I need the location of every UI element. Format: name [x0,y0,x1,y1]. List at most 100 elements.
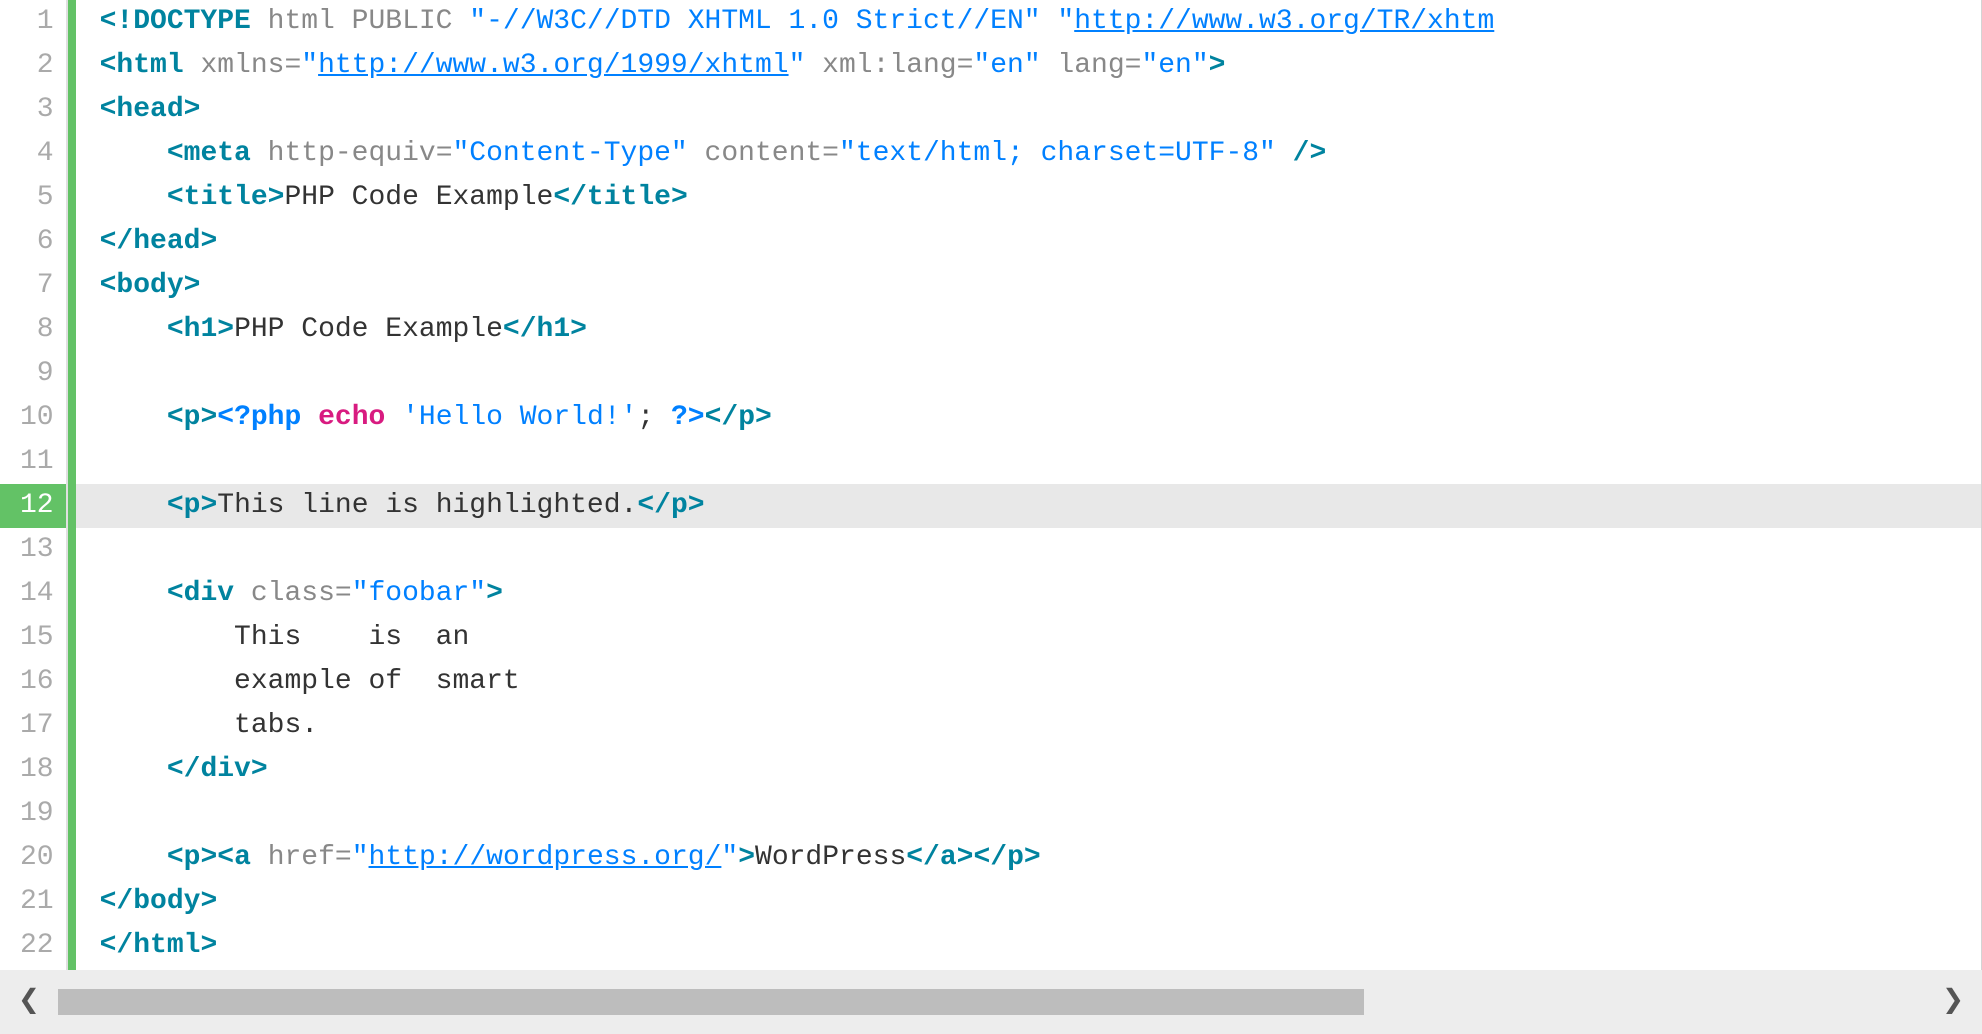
code-line[interactable]: <head> [76,88,1981,132]
token-bracket: > [755,402,772,433]
token-bracket: > [738,842,755,873]
token-tag: div [200,754,250,785]
token-bracket: < [167,842,184,873]
token-text: tabs. [234,710,318,741]
token-string: " [789,50,806,81]
token-string: " [1057,6,1074,37]
token-doctype [1041,6,1058,37]
token-tag: html [133,930,200,961]
token-tag: p [184,842,201,873]
line-number: 14 [0,572,66,616]
code-line[interactable]: <!DOCTYPE html PUBLIC "-//W3C//DTD XHTML… [76,0,1981,44]
line-number: 9 [0,352,66,396]
code-line[interactable]: <p><?php echo 'Hello World!'; ?></p> [76,396,1981,440]
code-line[interactable]: This is an [76,616,1981,660]
token-text [385,402,402,433]
code-area[interactable]: <!DOCTYPE html PUBLIC "-//W3C//DTD XHTML… [76,0,1981,970]
token-text: PHP Code Example [234,314,503,345]
token-bracket: < [167,314,184,345]
token-bracket: </ [906,842,940,873]
token-bracket: > [184,94,201,125]
code-line[interactable]: <meta http-equiv="Content-Type" content=… [76,132,1981,176]
token-php: ?> [671,402,705,433]
code-line[interactable] [76,528,1981,572]
token-echo: echo [318,402,385,433]
token-tag: p [671,490,688,521]
token-bracket: < [167,578,184,609]
token-bracket: > [200,226,217,257]
token-bracket: > [268,182,285,213]
token-tag: body [116,270,183,301]
code-line[interactable]: example of smart [76,660,1981,704]
token-bracket: > [200,842,217,873]
line-number: 2 [0,44,66,88]
code-editor[interactable]: 12345678910111213141516171819202122 <!DO… [0,0,1982,970]
code-line[interactable] [76,440,1981,484]
token-string: "en" [973,50,1040,81]
token-bracket: > [200,402,217,433]
line-number: 15 [0,616,66,660]
token-tag: a [234,842,251,873]
token-bracket: > [1209,50,1226,81]
token-bracket: </ [553,182,587,213]
code-line[interactable] [76,792,1981,836]
token-string: " [301,50,318,81]
token-attr: http-equiv= [251,138,453,169]
line-number: 8 [0,308,66,352]
line-number-gutter: 12345678910111213141516171819202122 [0,0,68,970]
token-bracket: </ [637,490,671,521]
token-text: PHP Code Example [284,182,553,213]
line-number: 3 [0,88,66,132]
token-attr: class= [234,578,352,609]
token-string: "en" [1141,50,1208,81]
code-line[interactable]: <h1>PHP Code Example</h1> [76,308,1981,352]
token-tag: title [184,182,268,213]
code-line[interactable]: <p>This line is highlighted.</p> [76,484,1981,528]
code-line[interactable]: <title>PHP Code Example</title> [76,176,1981,220]
horizontal-scrollbar[interactable]: ❮ ❯ [0,970,1982,1034]
scroll-track[interactable] [58,989,1925,1015]
code-line[interactable] [76,352,1981,396]
token-tag: p [1007,842,1024,873]
line-number: 5 [0,176,66,220]
scroll-thumb[interactable] [58,989,1365,1015]
token-link: http://wordpress.org/ [369,842,722,873]
token-bracket: > [671,182,688,213]
code-line[interactable]: </body> [76,880,1981,924]
code-line[interactable]: <body> [76,264,1981,308]
line-number: 10 [0,396,66,440]
token-bracket: < [167,138,184,169]
token-text: This line is highlighted. [217,490,637,521]
code-line[interactable]: </head> [76,220,1981,264]
token-tag: head [133,226,200,257]
code-line[interactable]: <html xmlns="http://www.w3.org/1999/xhtm… [76,44,1981,88]
token-tag: DOCTYPE [133,6,251,37]
token-bracket: > [217,314,234,345]
scroll-left-arrow-icon[interactable]: ❮ [18,984,40,1020]
token-link: http://www.w3.org/TR/xhtm [1074,6,1494,37]
code-line[interactable]: </div> [76,748,1981,792]
token-bracket: < [167,182,184,213]
token-attr: xml:lang= [805,50,973,81]
code-line[interactable]: <div class="foobar"> [76,572,1981,616]
token-tag: div [184,578,234,609]
token-bracket: < [167,490,184,521]
token-tag: h1 [184,314,218,345]
token-bracket: > [1024,842,1041,873]
token-tag: title [587,182,671,213]
scroll-right-arrow-icon[interactable]: ❯ [1942,984,1964,1020]
token-tag: head [116,94,183,125]
token-bracket: </ [100,226,134,257]
token-bracket: </ [100,886,134,917]
token-tag: body [133,886,200,917]
token-tag: meta [184,138,251,169]
code-line[interactable]: tabs. [76,704,1981,748]
code-line[interactable]: <p><a href="http://wordpress.org/">WordP… [76,836,1981,880]
token-string: "Content-Type" [453,138,688,169]
token-attr: href= [251,842,352,873]
token-attr: lang= [1041,50,1142,81]
token-string: " [721,842,738,873]
code-line[interactable]: </html> [76,924,1981,968]
token-bracket: > [957,842,974,873]
token-text: ; [637,402,671,433]
